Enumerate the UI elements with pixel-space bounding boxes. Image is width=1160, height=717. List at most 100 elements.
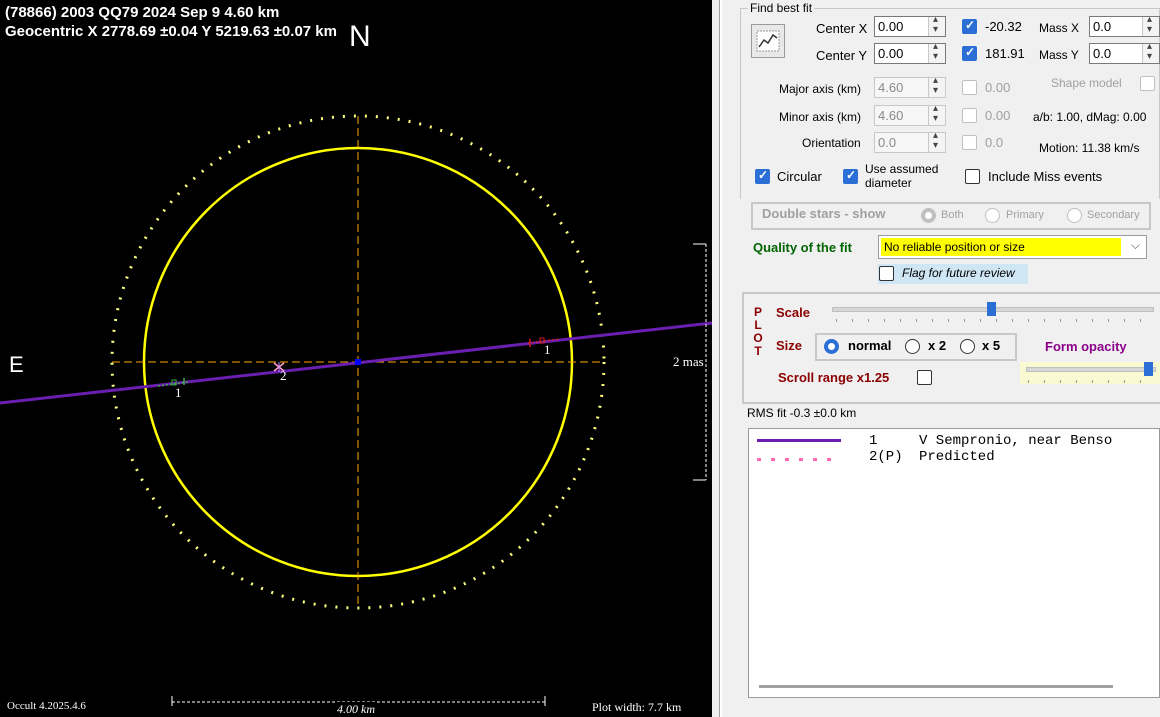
plot-letter-t: T: [754, 344, 762, 358]
double-stars-both-label: Both: [941, 209, 964, 221]
find-best-fit-button[interactable]: [751, 24, 785, 58]
shape-model-label: Shape model: [1051, 76, 1122, 90]
double-stars-secondary-radio[interactable]: [1067, 208, 1082, 223]
mass-x-value: 0.0: [1093, 19, 1112, 34]
size-x2-radio[interactable]: [905, 339, 920, 354]
size-label: Size: [776, 338, 803, 353]
center-x-label: Center X: [816, 21, 868, 36]
major-axis-value: 4.60: [878, 80, 904, 95]
major-axis-label: Major axis (km): [779, 82, 862, 96]
mass-y-spin-arrows[interactable]: [1142, 41, 1159, 63]
circular-label: Circular: [777, 169, 822, 184]
size-x5-label: x 5: [982, 338, 1001, 353]
legend-item-1-text: V Sempronio, near Benso: [919, 433, 1113, 449]
orientation-checkbox[interactable]: [962, 135, 977, 150]
center-y-label: Center Y: [816, 48, 868, 63]
major-axis-spinner[interactable]: 4.60: [874, 75, 946, 98]
plot-vertical-label: P L O T: [752, 306, 764, 358]
occultation-plot[interactable]: (78866) 2003 QQ79 2024 Sep 9 4.60 km Geo…: [0, 0, 712, 717]
opacity-slider-track[interactable]: [1026, 367, 1156, 372]
legend-item-1-num: 1: [869, 433, 878, 449]
minor-axis-result: 0.00: [985, 108, 1011, 123]
use-assumed-diameter-line1: Use assumed: [865, 162, 939, 176]
legend-item-2-text: Predicted: [919, 449, 995, 465]
motion-label: Motion: 11.38 km/s: [1039, 141, 1140, 155]
major-axis-result: 0.00: [985, 80, 1011, 95]
minor-axis-value: 4.60: [878, 108, 904, 123]
center-x-spinner[interactable]: 0.00: [874, 14, 946, 37]
use-assumed-diameter-checkbox[interactable]: [843, 168, 858, 184]
center-y-value: 0.00: [878, 46, 904, 61]
legend-list[interactable]: 1 V Sempronio, near Benso 2(P) Predicted: [748, 428, 1160, 698]
chart-icon: [756, 30, 780, 52]
center-x-result: -20.32: [985, 19, 1022, 34]
scale-label: Scale: [776, 305, 810, 320]
center-y-checkbox[interactable]: [962, 45, 977, 61]
orientation-spinner[interactable]: 0.0: [874, 130, 946, 153]
quality-select[interactable]: No reliable position or size ⌵: [878, 235, 1147, 259]
double-stars-both-radio[interactable]: [921, 208, 936, 223]
double-stars-primary-radio[interactable]: [985, 208, 1000, 223]
major-axis-checkbox[interactable]: [962, 80, 977, 95]
center-x-spin-arrows[interactable]: [928, 14, 945, 36]
plot-width-label: Plot width: 7.7 km: [592, 700, 682, 714]
quality-select-value: No reliable position or size: [884, 240, 1025, 254]
center-x-value: 0.00: [878, 19, 904, 34]
minor-axis-checkbox[interactable]: [962, 108, 977, 123]
minor-axis-label: Minor axis (km): [779, 110, 862, 124]
orientation-spin-arrows[interactable]: [928, 130, 945, 152]
legend-line-dotted: [757, 458, 841, 461]
chord1-right-label: 1: [544, 342, 551, 357]
include-miss-checkbox[interactable]: [965, 169, 980, 184]
circular-checkbox[interactable]: [755, 168, 770, 184]
double-stars-primary-label: Primary: [1006, 209, 1044, 221]
size-normal-label: normal: [848, 338, 892, 353]
scroll-range-label: Scroll range x1.25: [778, 370, 890, 385]
chevron-down-icon: ⌵: [1130, 238, 1140, 252]
fit-control-panel: Find best fit Center X 0.00 -20.32 Mass …: [736, 0, 1160, 717]
mass-x-spinner[interactable]: 0.0: [1089, 14, 1160, 37]
chord1-left-label: 1: [175, 385, 182, 400]
size-x5-radio[interactable]: [960, 339, 975, 354]
center-y-spinner[interactable]: 0.00: [874, 41, 946, 64]
legend-horizontal-scrollbar[interactable]: [759, 685, 1113, 688]
mass-x-spin-arrows[interactable]: [1142, 14, 1159, 36]
orientation-label: Orientation: [802, 136, 861, 150]
ab-dmag-label: a/b: 1.00, dMag: 0.00: [1033, 110, 1147, 124]
form-opacity-label: Form opacity: [1045, 339, 1127, 354]
orientation-value: 0.0: [878, 135, 897, 150]
double-stars-secondary-label: Secondary: [1087, 209, 1140, 221]
flag-review-checkbox[interactable]: [879, 266, 894, 281]
size-x2-label: x 2: [928, 338, 947, 353]
center-marker: [355, 359, 361, 365]
size-normal-radio[interactable]: [824, 339, 839, 354]
center-y-result: 181.91: [985, 46, 1025, 61]
minor-axis-spin-arrows[interactable]: [928, 103, 945, 125]
shape-model-checkbox[interactable]: [1140, 76, 1155, 91]
plot-title-line-2: Geocentric X 2778.69 ±0.04 Y 5219.63 ±0.…: [5, 23, 337, 40]
legend-line-solid: [757, 439, 841, 442]
angular-scale-label: 2 mas: [673, 354, 704, 369]
version-label: Occult 4.2025.4.6: [7, 700, 86, 712]
splitter[interactable]: [719, 0, 722, 717]
center-x-checkbox[interactable]: [962, 18, 977, 34]
center-y-spin-arrows[interactable]: [928, 41, 945, 63]
use-assumed-diameter-label: Use assumed diameter: [865, 162, 938, 190]
plot-width-bar-label: 4.00 km: [335, 702, 377, 717]
plot-canvas: [0, 114, 712, 706]
scale-slider-thumb[interactable]: [987, 302, 996, 316]
quality-label: Quality of the fit: [753, 240, 852, 255]
mass-y-label: Mass Y: [1039, 48, 1079, 62]
opacity-slider-thumb[interactable]: [1144, 362, 1153, 376]
major-axis-spin-arrows[interactable]: [928, 75, 945, 97]
rms-fit-label: RMS fit -0.3 ±0.0 km: [747, 406, 857, 420]
include-miss-label: Include Miss events: [988, 169, 1103, 184]
mass-y-spinner[interactable]: 0.0: [1089, 41, 1160, 64]
scroll-range-checkbox[interactable]: [917, 370, 932, 385]
minor-axis-spinner[interactable]: 4.60: [874, 103, 946, 126]
use-assumed-diameter-line2: diameter: [865, 176, 912, 190]
legend-item-2-num: 2(P): [869, 449, 903, 465]
east-label: E: [9, 352, 24, 377]
mass-x-label: Mass X: [1039, 21, 1080, 35]
opacity-slider-ticks: [1028, 380, 1154, 383]
